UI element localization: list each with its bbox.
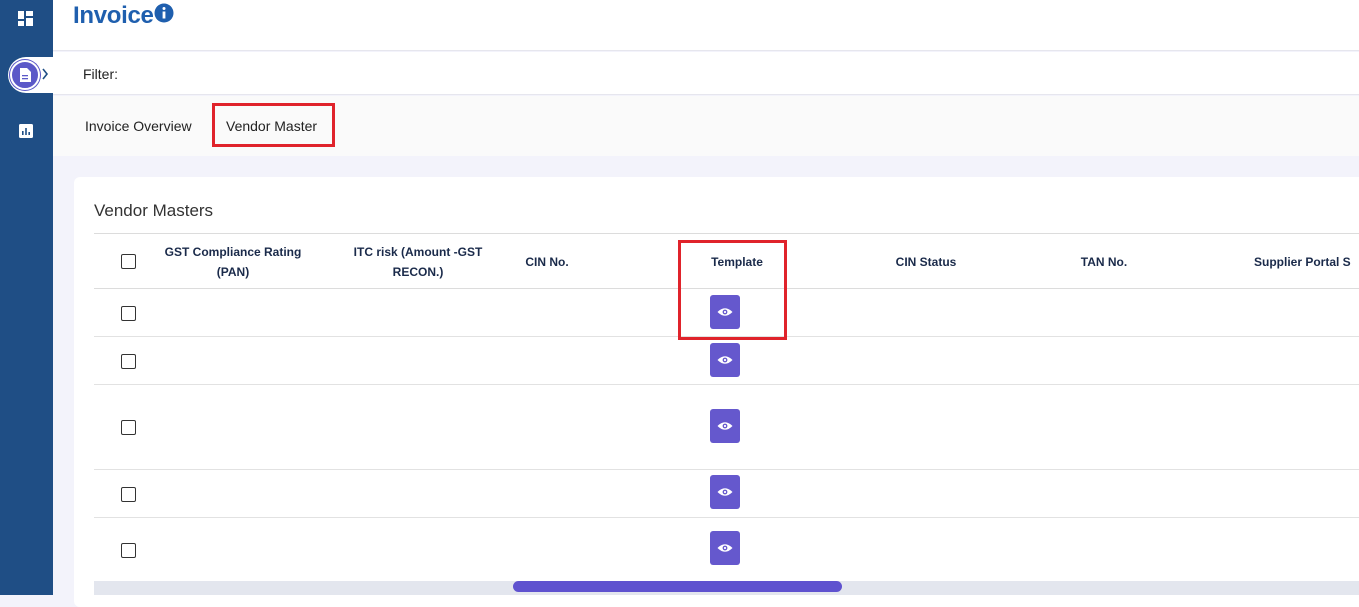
eye-icon	[717, 308, 733, 316]
row-checkbox[interactable]	[121, 354, 136, 369]
filter-label: Filter:	[83, 66, 118, 82]
table-row	[94, 470, 1359, 518]
view-template-button[interactable]	[710, 295, 740, 329]
filter-bar: Filter:	[53, 52, 1359, 95]
chart-icon[interactable]	[17, 122, 34, 139]
column-header-template[interactable]: Template	[687, 234, 787, 290]
vendor-masters-card: Vendor Masters GST Compliance Rating (PA…	[74, 177, 1359, 607]
row-checkbox[interactable]	[121, 487, 136, 502]
table-row	[94, 518, 1359, 581]
row-checkbox[interactable]	[121, 543, 136, 558]
table-header: GST Compliance Rating (PAN) ITC risk (Am…	[94, 233, 1359, 289]
tab-bar: Invoice Overview Vendor Master	[53, 96, 1359, 156]
view-template-button[interactable]	[710, 475, 740, 509]
column-header-cin-no[interactable]: CIN No.	[502, 234, 592, 290]
table-row	[94, 289, 1359, 337]
tab-vendor-master[interactable]: Vendor Master	[226, 118, 317, 134]
page-title: Invoice	[73, 2, 154, 29]
row-checkbox[interactable]	[121, 306, 136, 321]
column-header-cin-status[interactable]: CIN Status	[876, 234, 976, 290]
tab-invoice-overview[interactable]: Invoice Overview	[85, 118, 192, 134]
document-icon[interactable]	[10, 60, 40, 90]
page-header: Invoice	[53, 0, 1359, 51]
eye-icon	[717, 356, 733, 364]
horizontal-scrollbar-thumb[interactable]	[513, 581, 842, 592]
chevron-right-icon[interactable]	[40, 67, 50, 81]
view-template-button[interactable]	[710, 409, 740, 443]
view-template-button[interactable]	[710, 531, 740, 565]
eye-icon	[717, 422, 733, 430]
column-header-itc-risk[interactable]: ITC risk (Amount -GST RECON.)	[344, 234, 492, 290]
select-all-checkbox[interactable]	[121, 254, 136, 269]
row-checkbox[interactable]	[121, 420, 136, 435]
dashboard-icon[interactable]	[17, 10, 34, 27]
table-row	[94, 385, 1359, 470]
sidebar	[0, 0, 53, 595]
column-header-gst-compliance-rating[interactable]: GST Compliance Rating (PAN)	[154, 234, 312, 290]
info-icon[interactable]	[154, 3, 174, 23]
column-header-supplier-portal[interactable]: Supplier Portal S	[1254, 234, 1359, 290]
table-row	[94, 337, 1359, 385]
eye-icon	[717, 488, 733, 496]
column-header-tan-no[interactable]: TAN No.	[1054, 234, 1154, 290]
view-template-button[interactable]	[710, 343, 740, 377]
eye-icon	[717, 544, 733, 552]
card-title: Vendor Masters	[94, 201, 214, 220]
